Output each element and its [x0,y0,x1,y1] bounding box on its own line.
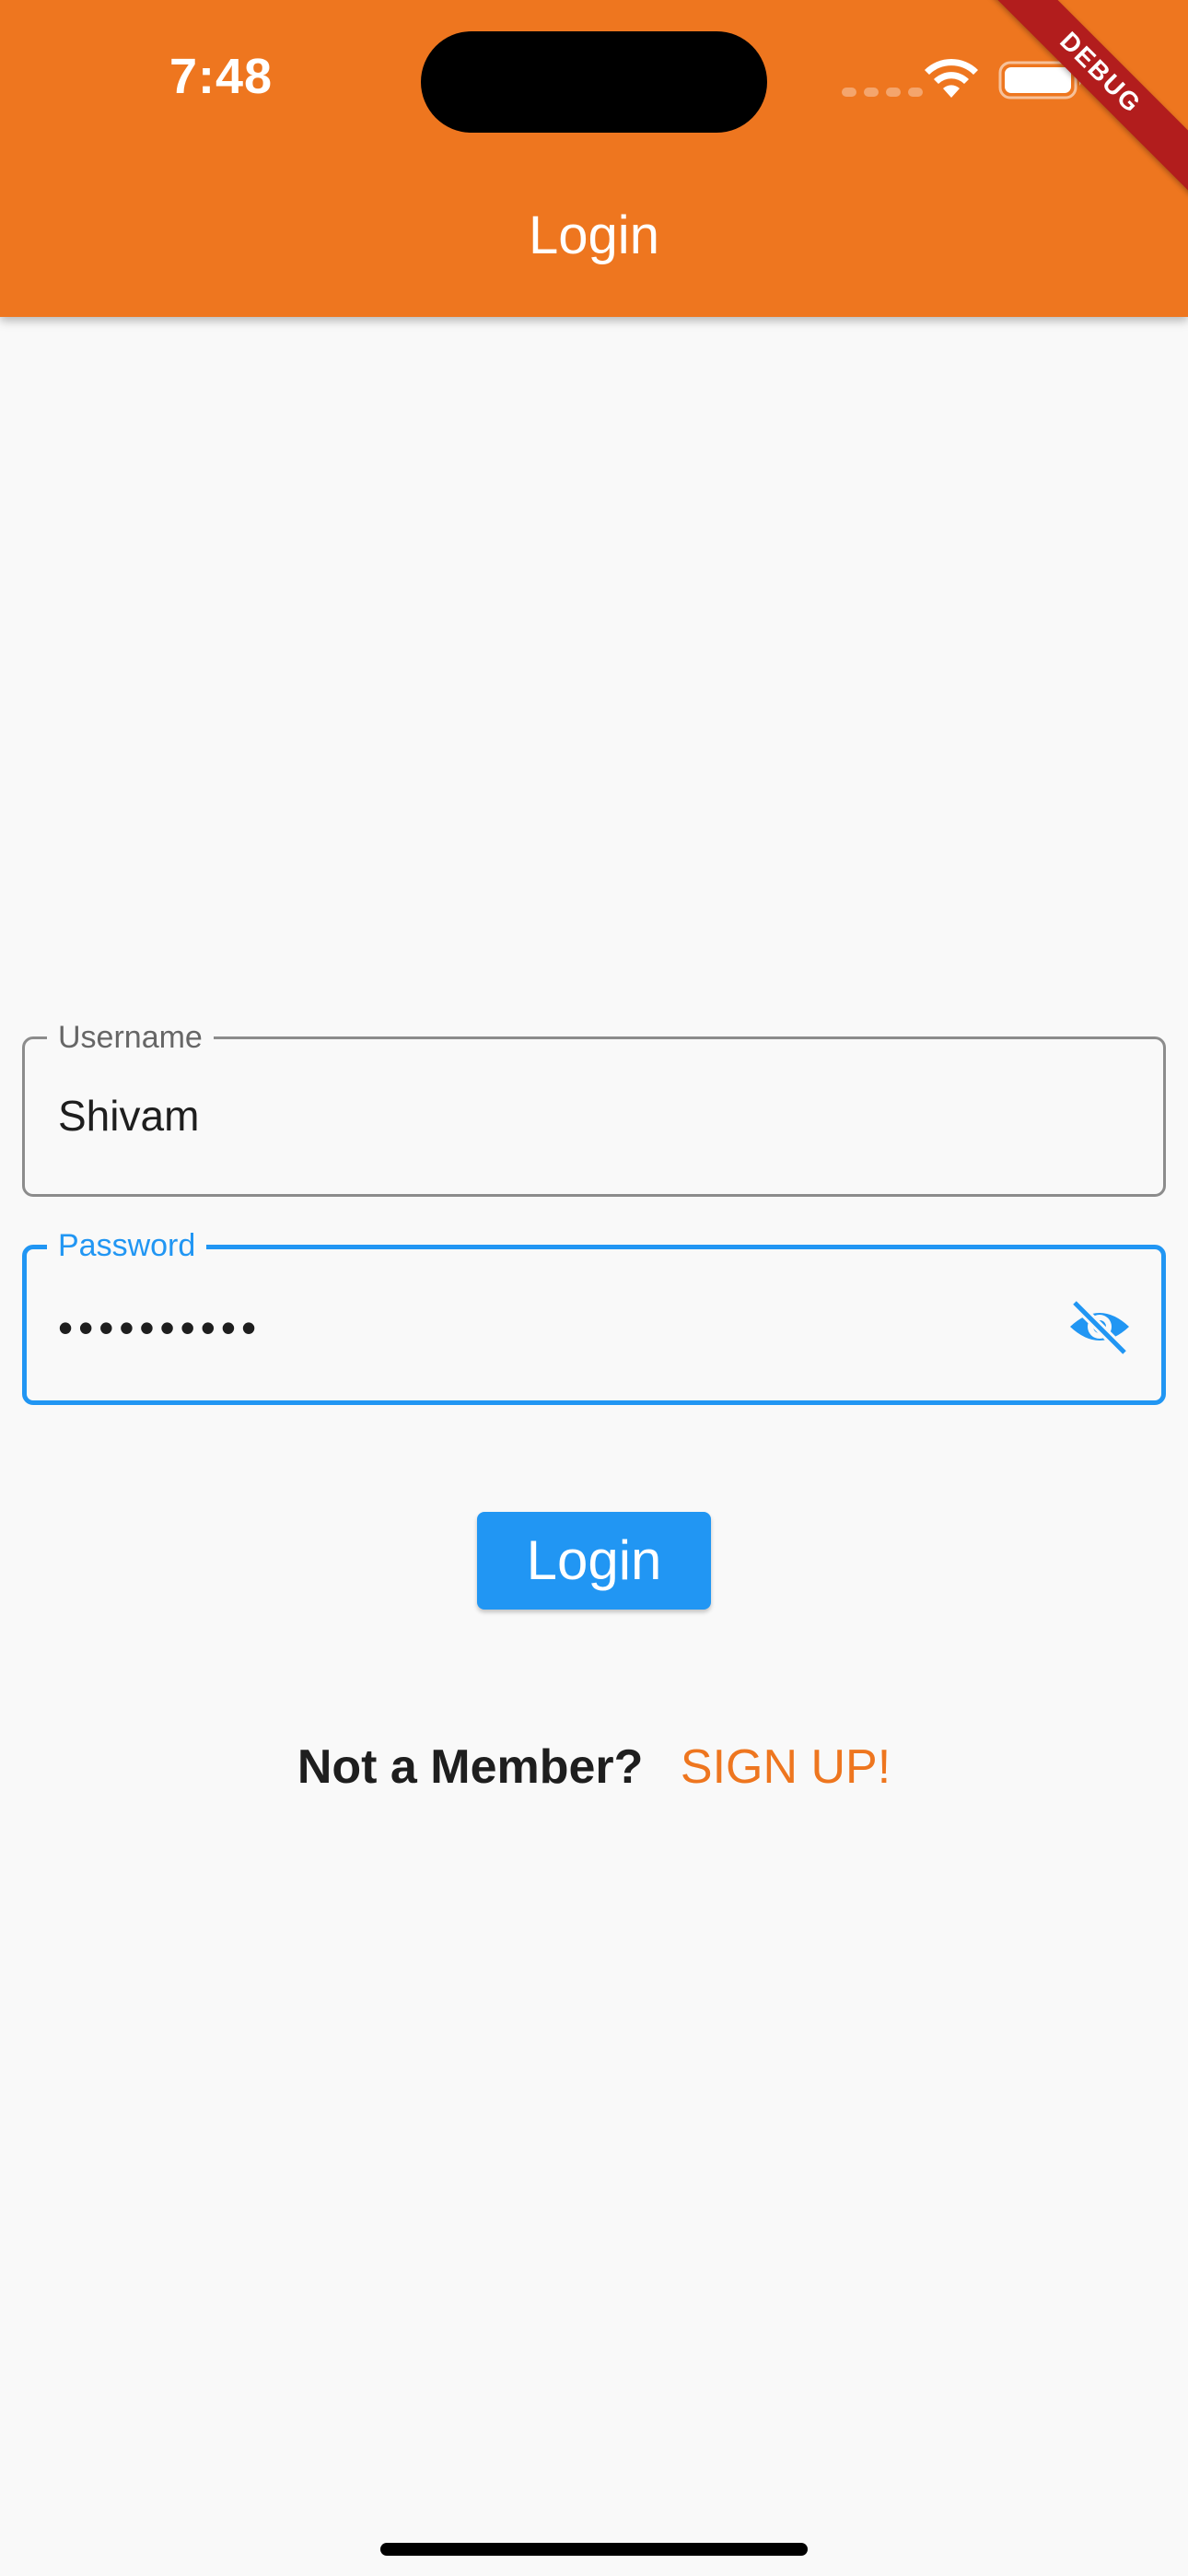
login-button[interactable]: Login [477,1512,711,1610]
page-title: Login [529,205,659,265]
visibility-off-icon[interactable] [1067,1299,1132,1354]
password-field[interactable]: Password •••••••••• [22,1227,1166,1405]
cellular-signal-icon [842,88,923,97]
wifi-icon [925,58,978,98]
username-label: Username [47,1019,214,1056]
not-member-text: Not a Member? [297,1740,644,1794]
username-value[interactable]: Shivam [58,1091,199,1141]
home-indicator[interactable] [380,2543,808,2556]
username-field[interactable]: Username Shivam [22,1019,1166,1197]
signup-link[interactable]: SIGN UP! [681,1740,891,1794]
app-bar: 7:48 Login DEBUG [0,0,1188,317]
signup-row: Not a Member? SIGN UP! [0,1739,1188,1795]
dynamic-island [421,31,767,133]
password-label: Password [47,1227,207,1264]
password-value[interactable]: •••••••••• [58,1303,262,1352]
status-time: 7:48 [169,49,274,104]
